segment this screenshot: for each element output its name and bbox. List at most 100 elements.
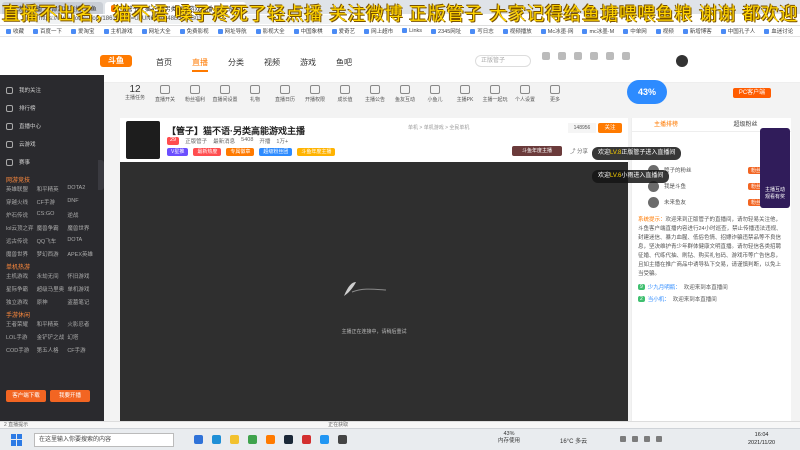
bookmark-item[interactable]: 百度一下 — [33, 27, 62, 35]
room-tag[interactable]: 最新热度 — [193, 148, 222, 156]
sidebar-category[interactable]: 和平精英 — [37, 320, 68, 328]
sidebar-category[interactable]: 火影忍者 — [67, 320, 98, 328]
obs-icon[interactable] — [338, 435, 347, 444]
sidebar-section-title[interactable]: 网游竞技 — [6, 175, 98, 185]
history-icon[interactable] — [542, 52, 550, 60]
clock[interactable]: 16:04 2021/11/20 — [748, 431, 775, 447]
bookmark-item[interactable]: 网上超市 — [364, 27, 393, 35]
browser-tab-active[interactable]: 【管子】猫不语·另类高能游戏主播_全民游戏 — [104, 2, 247, 14]
weather[interactable]: 16°C 多云 — [560, 436, 587, 445]
sidebar-section-title[interactable]: 单机热游 — [6, 262, 98, 272]
start-windows-icon[interactable] — [8, 433, 24, 446]
taskbar-search-input[interactable]: 在这里输入你要搜索的内容 — [34, 432, 174, 447]
nav-item[interactable]: 首页 — [156, 57, 172, 72]
sidebar-category[interactable]: 远古传说 — [6, 237, 37, 245]
toolbar-item[interactable]: 主播PK — [450, 85, 480, 109]
sidebar-collapse-handle[interactable] — [98, 160, 104, 190]
bookmark-item[interactable]: 免费影视 — [179, 27, 209, 35]
toolbar-item[interactable]: 主播公告 — [360, 85, 390, 109]
user-avatar[interactable] — [676, 55, 688, 67]
room-tag[interactable]: 斗鱼年度主播 — [297, 148, 336, 156]
sidebar-category[interactable]: 怀旧游戏 — [67, 272, 98, 280]
chat-username[interactable]: 少九月明瓶： — [648, 283, 681, 291]
sidebar-item[interactable]: 赛事 — [6, 153, 104, 171]
bookmark-item[interactable]: 收藏 — [6, 27, 24, 35]
sidebar-category[interactable]: 逆战 — [67, 211, 98, 219]
qq-icon[interactable] — [320, 435, 329, 444]
sidebar-category[interactable]: LOL手游 — [6, 333, 37, 341]
sidebar-category[interactable]: 盗墓笔记 — [67, 298, 98, 306]
gift-side-panel[interactable]: 主播互动 观看有奖 — [760, 128, 790, 208]
toolbar-item[interactable]: 粉丝福利 — [180, 85, 210, 109]
sidebar-category[interactable]: DOTA — [67, 237, 98, 245]
memory-widget[interactable]: 43% — [627, 80, 667, 104]
toolbar-item[interactable]: 开播权限 — [300, 85, 330, 109]
sidebar-category[interactable]: CF手游 — [67, 346, 98, 354]
gift-icon[interactable] — [606, 52, 614, 60]
room-tag[interactable]: 超级粉丝团 — [259, 148, 293, 156]
sidebar-category[interactable]: 炉石传说 — [6, 211, 37, 219]
sidebar-category[interactable]: DOTA2 — [67, 185, 98, 193]
bookmark-item[interactable]: 新增博客 — [682, 27, 712, 35]
bookmark-item[interactable]: 2345网址 — [431, 27, 461, 35]
sidebar-category[interactable]: APEX英雄 — [67, 250, 98, 258]
bookmark-item[interactable]: 主机游戏 — [103, 27, 133, 35]
sidebar-category[interactable]: 幻塔 — [67, 333, 98, 341]
video-player[interactable]: 主播正在连接中，请稍后重试 — [120, 162, 628, 422]
sidebar-category[interactable]: 魔兽世界 — [67, 224, 98, 232]
sidebar-category[interactable]: 魔兽争霸 — [37, 224, 68, 232]
toolbar-item[interactable]: 成长值 — [330, 85, 360, 109]
bookmark-item[interactable]: 爱奇艺 — [331, 27, 355, 35]
sidebar-category[interactable]: 英雄联盟 — [6, 185, 37, 193]
start-live-button[interactable]: 我要开播 — [50, 390, 90, 402]
toolbar-item[interactable]: 鱼友互动 — [390, 85, 420, 109]
bookmark-item[interactable]: 中单网 — [623, 27, 647, 35]
store-icon[interactable] — [248, 435, 257, 444]
download-client-button[interactable]: 客户端下载 — [6, 390, 46, 402]
nav-item[interactable]: 直播 — [192, 57, 208, 72]
bookmark-item[interactable]: 影视大全 — [255, 27, 285, 35]
ime-icon[interactable] — [656, 436, 662, 442]
volume-icon[interactable] — [644, 436, 650, 442]
toolbar-item[interactable]: 主播一起玩 — [480, 85, 510, 109]
download-icon[interactable] — [558, 52, 566, 60]
toolbar-item[interactable]: 直播间设置 — [210, 85, 240, 109]
sidebar-category[interactable]: 金铲铲之战 — [37, 333, 68, 341]
toolbar-item[interactable]: 直播日历 — [270, 85, 300, 109]
bookmark-item[interactable]: 视频 — [655, 27, 674, 35]
sidebar-item[interactable]: 我的关注 — [6, 81, 104, 99]
chevron-up-icon[interactable] — [620, 436, 626, 442]
sidebar-category[interactable]: lol云顶之弈 — [6, 224, 37, 232]
sidebar-category[interactable]: 永劫无间 — [37, 272, 68, 280]
toolbar-item[interactable]: 更多 — [540, 85, 570, 109]
anchor-name[interactable]: 正版管子 — [185, 137, 207, 145]
nav-item[interactable]: 游戏 — [300, 57, 316, 72]
sidebar-category[interactable]: CS:GO — [37, 211, 68, 219]
sidebar-category[interactable]: DNF — [67, 198, 98, 206]
back-icon[interactable]: ‹ — [4, 15, 7, 24]
sidebar-category[interactable]: 第五人格 — [37, 346, 68, 354]
bookmark-item[interactable]: 视频播放 — [502, 27, 532, 35]
bookmark-item[interactable]: Mc冰墨·网 — [540, 27, 573, 35]
message-icon[interactable] — [574, 52, 582, 60]
bookmark-item[interactable]: 网址导航 — [217, 27, 247, 35]
sidebar-category[interactable]: COD手游 — [6, 346, 37, 354]
task-icon[interactable] — [622, 52, 630, 60]
sidebar-category[interactable]: 超级马里奥 — [37, 285, 68, 293]
sidebar-category[interactable]: 主机游戏 — [6, 272, 37, 280]
nav-item[interactable]: 分类 — [228, 57, 244, 72]
toolbar-item[interactable]: 小鱼儿 — [420, 85, 450, 109]
sidebar-category[interactable]: CF手游 — [37, 198, 68, 206]
sidebar-category[interactable]: 魔兽世界 — [6, 250, 37, 258]
search-input[interactable]: 正版管子 — [475, 55, 531, 67]
folder-icon[interactable] — [230, 435, 239, 444]
browser-tab[interactable]: 游戏直播_全部游戏直播_斗鱼 — [2, 2, 103, 14]
bookmark-item[interactable]: Links — [402, 28, 422, 34]
network-icon[interactable] — [632, 436, 638, 442]
activity-badge[interactable]: 斗鱼年度主播 — [512, 146, 562, 156]
steam-icon[interactable] — [284, 435, 293, 444]
toolbar-item[interactable]: 个人设置 — [510, 85, 540, 109]
sidebar-category[interactable]: 星际争霸 — [6, 285, 37, 293]
bookmark-item[interactable]: mc冰墨·M — [582, 27, 614, 35]
site-logo[interactable]: 斗鱼 — [100, 55, 132, 67]
